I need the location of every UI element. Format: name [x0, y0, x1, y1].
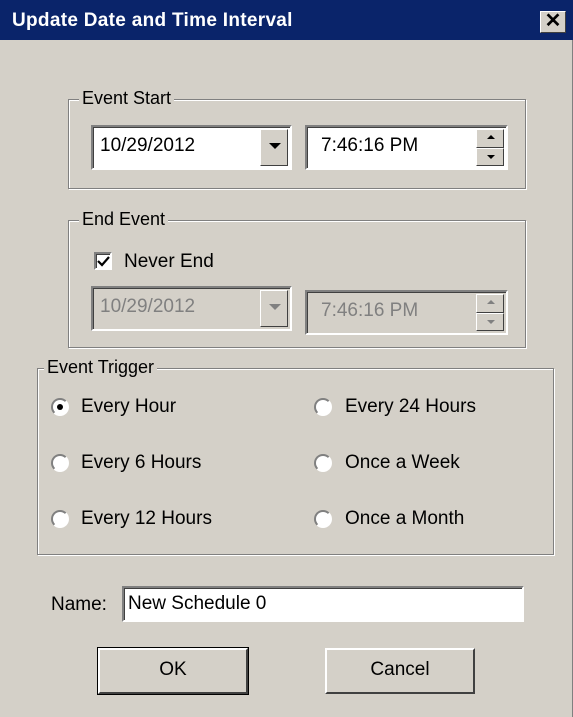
checkmark-icon [97, 256, 110, 267]
event-start-legend: Event Start [79, 88, 175, 109]
window-title: Update Date and Time Interval [12, 10, 293, 31]
radio-every-12-hours[interactable] [51, 510, 69, 528]
spin-up-button [476, 294, 504, 313]
radio-label-every-hour[interactable]: Every Hour [81, 396, 176, 418]
end-event-date-dropdown-button [260, 290, 288, 327]
arrow-down-icon [487, 154, 495, 159]
arrow-up-icon [487, 300, 495, 304]
arrow-down-icon [487, 319, 495, 324]
chevron-down-icon [269, 304, 281, 310]
spin-down-button [476, 312, 504, 331]
event-start-date-picker[interactable]: 10/29/2012 [91, 125, 292, 170]
radio-every-24-hours[interactable] [314, 398, 332, 416]
event-start-date-dropdown-button[interactable] [260, 129, 288, 166]
event-trigger-legend: Event Trigger [44, 357, 158, 378]
chevron-down-icon [269, 143, 281, 149]
never-end-label[interactable]: Never End [124, 251, 214, 273]
arrow-up-icon [487, 135, 495, 139]
event-start-time-picker[interactable]: 7:46:16 PM [305, 125, 508, 170]
radio-every-hour[interactable] [51, 398, 69, 416]
name-input[interactable]: New Schedule 0 [122, 586, 524, 622]
end-event-date-value: 10/29/2012 [100, 296, 196, 317]
name-input-value: New Schedule 0 [128, 593, 267, 614]
radio-label-once-a-week[interactable]: Once a Week [345, 452, 460, 474]
event-start-time-spinner[interactable] [476, 129, 504, 166]
radio-label-every-6-hours[interactable]: Every 6 Hours [81, 452, 201, 474]
end-event-time-spinner [476, 294, 504, 331]
end-event-time-picker: 7:46:16 PM [305, 290, 508, 335]
close-button[interactable]: ✕ [540, 11, 566, 33]
name-label: Name: [51, 594, 107, 615]
spin-up-button[interactable] [476, 129, 504, 148]
title-bar[interactable]: Update Date and Time Interval ✕ [0, 0, 573, 40]
close-icon: ✕ [544, 10, 562, 32]
end-event-time-value: 7:46:16 PM [321, 300, 419, 321]
spin-down-button[interactable] [476, 147, 504, 166]
radio-label-every-24-hours[interactable]: Every 24 Hours [345, 396, 476, 418]
never-end-checkbox[interactable] [94, 252, 112, 270]
radio-label-once-a-month[interactable]: Once a Month [345, 508, 464, 530]
end-event-date-picker: 10/29/2012 [91, 286, 292, 331]
cancel-button[interactable]: Cancel [325, 648, 475, 694]
radio-selected-dot [57, 404, 63, 410]
dialog-window: Update Date and Time Interval ✕ Event St… [0, 0, 573, 717]
radio-label-every-12-hours[interactable]: Every 12 Hours [81, 508, 212, 530]
ok-button[interactable]: OK [97, 647, 249, 695]
radio-once-a-month[interactable] [314, 510, 332, 528]
radio-every-6-hours[interactable] [51, 454, 69, 472]
ok-button-label: OK [159, 659, 187, 680]
cancel-button-label: Cancel [370, 659, 430, 680]
event-start-date-value: 10/29/2012 [100, 135, 196, 156]
event-start-time-value: 7:46:16 PM [321, 135, 419, 156]
end-event-legend: End Event [79, 209, 169, 230]
radio-once-a-week[interactable] [314, 454, 332, 472]
